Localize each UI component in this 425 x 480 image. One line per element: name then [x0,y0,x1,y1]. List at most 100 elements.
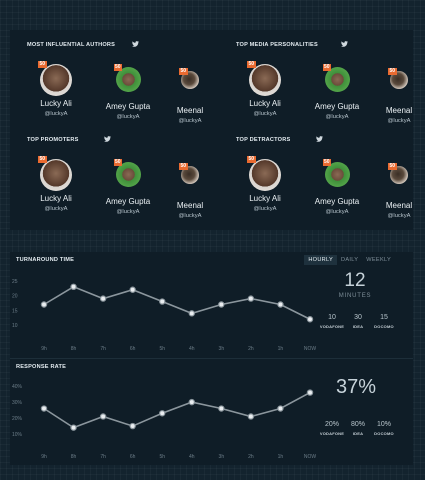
series-line [43,285,311,320]
data-point[interactable] [247,413,255,420]
person-name[interactable]: Lucky Ali [249,194,281,203]
group-title: TOP PROMOTERS [27,137,79,143]
x-tick-label: 2h [248,454,254,460]
person-handle[interactable]: @luckyA [179,213,202,219]
score-badge: 50 [179,68,188,75]
series-line [43,391,311,429]
y-tick-label: 25 [12,279,18,285]
response-idea: 80% IDEA [351,421,365,436]
x-tick-label: NOW [304,454,317,460]
avatar[interactable] [324,67,350,92]
y-tick-label: 40% [12,384,23,390]
data-point[interactable] [159,298,166,305]
person-handle[interactable]: @luckyA [388,118,411,124]
y-tick-label: 20% [12,416,23,422]
data-point[interactable] [188,398,195,406]
data-point[interactable] [306,316,314,323]
data-point[interactable] [277,301,284,308]
tab-daily[interactable]: DAILY [337,255,362,265]
data-point[interactable] [70,283,77,290]
x-tick-label: 3h [219,346,225,352]
data-point[interactable] [247,295,255,302]
avatar[interactable] [324,162,350,187]
person-handle[interactable]: @luckyA [326,209,349,215]
avatar[interactable] [115,162,141,187]
turnaround-docomo: 15 DOCOMO [374,314,394,329]
person-name[interactable]: Lucky Ali [40,194,72,203]
data-point[interactable] [306,389,314,396]
data-point[interactable] [159,410,166,417]
x-tick-label: 3h [219,454,225,460]
data-point[interactable] [218,301,225,308]
person-name[interactable]: Meenal [386,201,412,210]
data-point[interactable] [99,295,107,302]
person-handle[interactable]: @luckyA [117,209,140,215]
person-name[interactable]: Lucky Ali [40,99,72,108]
person-handle[interactable]: @luckyA [179,118,202,124]
person-handle[interactable]: @luckyA [254,111,277,117]
score-badge: 50 [38,61,47,68]
data-point[interactable] [277,405,284,412]
person-name[interactable]: Meenal [177,106,203,115]
data-point[interactable] [40,405,48,412]
score-badge: 50 [113,159,123,166]
person-name[interactable]: Amey Gupta [315,102,359,111]
x-tick-label: 1h [278,346,284,352]
group-title: TOP MEDIA PERSONALITIES [236,42,318,48]
breakdown-label: IDEA [352,431,364,436]
x-tick-label: 5h [159,454,165,460]
x-tick-label: 5h [159,346,165,352]
data-point[interactable] [70,424,77,431]
data-point[interactable] [129,422,136,430]
y-tick-label: 10 [12,323,18,329]
breakdown-value: 10% [376,421,391,428]
person-handle[interactable]: @luckyA [45,206,68,212]
breakdown-label: DOCOMO [374,324,394,329]
x-tick-label: 4h [189,346,195,352]
person-name[interactable]: Amey Gupta [106,102,150,111]
group-title: TOP DETRACTORS [236,137,291,143]
person-name[interactable]: Amey Gupta [315,197,359,206]
influencer-group: TOP MEDIA PERSONALITIES 50 Lucky Ali @lucky… [236,41,425,127]
twitter-icon[interactable] [104,136,111,142]
x-tick-label: 2h [248,346,254,352]
x-tick-label: 6h [130,346,136,352]
data-point[interactable] [188,310,195,317]
breakdown-value: 20% [324,421,339,428]
breakdown-label: DOCOMO [374,431,394,436]
twitter-icon[interactable] [132,41,139,47]
data-point[interactable] [40,301,48,308]
avatar[interactable] [40,159,72,191]
avatar[interactable] [40,64,72,96]
data-point[interactable] [129,286,136,293]
x-tick-label: 1h [278,454,284,460]
person-handle[interactable]: @luckyA [254,206,277,212]
influencer-group: TOP DETRACTORS 50 Lucky Ali @luckyA 50 Amey G… [236,136,425,222]
person-handle[interactable]: @luckyA [117,114,140,120]
person-handle[interactable]: @luckyA [326,114,349,120]
person-name[interactable]: Lucky Ali [249,99,281,108]
y-tick-label: 15 [12,308,18,314]
twitter-icon[interactable] [316,136,323,142]
data-point[interactable] [218,405,225,412]
person-name[interactable]: Meenal [177,201,203,210]
score-badge: 50 [179,163,188,170]
person-name[interactable]: Meenal [386,106,412,115]
turnaround-unit: MINUTES [338,293,372,299]
avatar[interactable] [249,159,281,191]
person-handle[interactable]: @luckyA [388,213,411,219]
avatar[interactable] [115,67,141,92]
x-tick-label: 4h [189,454,195,460]
person-name[interactable]: Amey Gupta [106,197,150,206]
avatar[interactable] [249,64,281,96]
influencers-panel: MOST INFLUENTIAL AUTHORS 50 Lucky Ali @luck… [10,30,413,230]
person-handle[interactable]: @luckyA [45,111,68,117]
twitter-icon[interactable] [341,41,348,47]
tab-weekly[interactable]: WEEKLY [362,255,395,265]
y-tick-label: 20 [12,294,18,300]
score-badge: 50 [322,64,332,71]
x-tick-label: 7h [100,454,106,460]
breakdown-value: 15 [380,314,388,321]
breakdown-label: IDEA [352,324,364,329]
data-point[interactable] [99,413,107,420]
